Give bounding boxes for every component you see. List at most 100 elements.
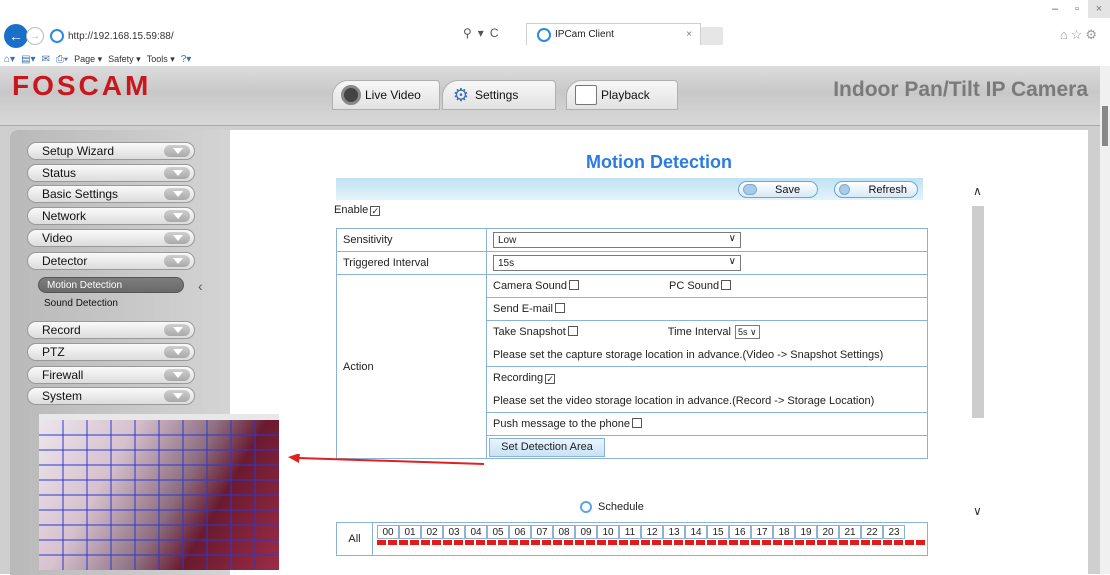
mail-icon[interactable]: ✉ xyxy=(42,54,50,65)
address-bar[interactable]: http://192.168.15.59:88/ xyxy=(46,26,431,46)
sidebar-item-label: PTZ xyxy=(42,345,65,359)
help-icon[interactable]: ?▾ xyxy=(181,54,192,65)
hour-cell[interactable]: 19 xyxy=(795,525,817,539)
schedule-all-button[interactable]: All xyxy=(337,523,373,555)
hour-cell[interactable]: 15 xyxy=(707,525,729,539)
time-interval-value: 5s xyxy=(737,327,748,338)
hour-cell[interactable]: 00 xyxy=(377,525,399,539)
set-detection-area-button[interactable]: Set Detection Area xyxy=(489,437,605,457)
new-tab-button[interactable] xyxy=(701,27,723,45)
pointer-arrow xyxy=(288,454,484,465)
refresh-button[interactable]: Refresh xyxy=(834,181,918,198)
page-scrollbar[interactable] xyxy=(1100,66,1110,574)
sidebar-item-system[interactable]: System xyxy=(27,387,195,405)
hour-cell[interactable]: 06 xyxy=(509,525,531,539)
content-scrollbar[interactable]: ∧ ∨ xyxy=(970,184,988,556)
detection-grid[interactable] xyxy=(39,420,279,570)
page-menu[interactable]: Page ▾ xyxy=(74,54,102,65)
chevron-down-icon xyxy=(164,346,190,358)
chevron-down-icon: ∨ xyxy=(728,233,736,244)
push-message-checkbox[interactable] xyxy=(631,418,642,428)
sidebar-item-setup-wizard[interactable]: Setup Wizard xyxy=(27,142,195,160)
sensitivity-select[interactable]: Low ∨ xyxy=(493,232,741,248)
hour-cell[interactable]: 20 xyxy=(817,525,839,539)
sidebar-item-label: Network xyxy=(42,209,87,223)
tab-close-icon[interactable]: × xyxy=(686,29,692,40)
hour-cell[interactable]: 07 xyxy=(531,525,553,539)
recording-checkbox[interactable]: ✓ xyxy=(545,374,556,385)
search-icon[interactable]: ⚲ xyxy=(463,26,472,40)
favorites-icons[interactable]: ⌂☆⚙ xyxy=(1060,27,1100,43)
sidebar-item-basic-settings[interactable]: Basic Settings xyxy=(27,185,195,203)
hour-cell[interactable]: 09 xyxy=(575,525,597,539)
sidebar-item-detector[interactable]: Detector xyxy=(27,252,195,270)
detection-area-preview[interactable] xyxy=(39,414,279,570)
command-bar: ⌂▾ ▤▾ ✉ ⎙▾ Page ▾ Safety ▾ Tools ▾ ?▾ xyxy=(0,52,1110,66)
safety-menu[interactable]: Safety ▾ xyxy=(108,54,141,65)
feeds-icon[interactable]: ▤▾ xyxy=(21,54,35,65)
tools-menu[interactable]: Tools ▾ xyxy=(147,54,175,65)
foscam-logo: FOSCAM xyxy=(12,70,152,101)
hour-cell[interactable]: 03 xyxy=(443,525,465,539)
sidebar-item-network[interactable]: Network xyxy=(27,207,195,225)
pc-sound-checkbox[interactable] xyxy=(721,280,732,290)
tab-settings[interactable]: ⚙ Settings xyxy=(442,80,556,110)
camera-sound-checkbox[interactable] xyxy=(569,280,579,290)
hour-cell[interactable]: 02 xyxy=(421,525,443,539)
chevron-down-icon xyxy=(164,145,190,157)
sidebar-item-label: Basic Settings xyxy=(42,187,119,201)
save-button[interactable]: Save xyxy=(738,181,818,198)
scrollbar-thumb[interactable] xyxy=(972,206,984,418)
back-button[interactable]: ← xyxy=(4,24,28,48)
hour-cell[interactable]: 11 xyxy=(619,525,641,539)
forward-button[interactable]: → xyxy=(26,27,44,45)
hour-cell[interactable]: 12 xyxy=(641,525,663,539)
hour-cell[interactable]: 23 xyxy=(883,525,905,539)
schedule-active-row[interactable] xyxy=(377,540,927,545)
sidebar-item-label: Setup Wizard xyxy=(42,144,115,158)
sidebar-item-status[interactable]: Status xyxy=(27,164,195,182)
sidebar-item-ptz[interactable]: PTZ xyxy=(27,343,195,361)
sidebar-subitem-sound-detection[interactable]: Sound Detection xyxy=(44,298,118,309)
hour-cell[interactable]: 14 xyxy=(685,525,707,539)
tab-live-video[interactable]: Live Video xyxy=(332,80,440,110)
sidebar-subitem-motion-detection[interactable]: Motion Detection xyxy=(38,277,184,293)
hour-cell[interactable]: 18 xyxy=(773,525,795,539)
hour-cell[interactable]: 21 xyxy=(839,525,861,539)
hour-cell[interactable]: 04 xyxy=(465,525,487,539)
hour-cell[interactable]: 08 xyxy=(553,525,575,539)
refresh-icon[interactable]: C xyxy=(490,26,499,40)
send-email-label: Send E-mail xyxy=(493,303,553,315)
schedule-grid: All 00 01 02 03 04 05 06 07 08 09 10 11 12 13 14 15 16 17… xyxy=(336,522,928,556)
hour-cell[interactable]: 05 xyxy=(487,525,509,539)
restore-button[interactable]: ▫ xyxy=(1066,0,1088,18)
browser-tab[interactable]: IPCam Client × xyxy=(526,23,701,45)
settings-table: Sensitivity Low ∨ Triggered Interval 15s ∨… xyxy=(336,228,928,459)
scroll-down-icon[interactable]: ∨ xyxy=(973,504,982,518)
hour-cell[interactable]: 17 xyxy=(751,525,773,539)
hour-cell[interactable]: 22 xyxy=(861,525,883,539)
print-icon[interactable]: ⎙▾ xyxy=(56,54,68,65)
sidebar-item-video[interactable]: Video xyxy=(27,229,195,247)
scroll-up-icon[interactable]: ∧ xyxy=(973,184,982,198)
sidebar-item-record[interactable]: Record xyxy=(27,321,195,339)
enable-checkbox[interactable]: ✓ xyxy=(370,206,381,216)
home-icon[interactable]: ⌂▾ xyxy=(4,54,15,65)
close-window-button[interactable]: × xyxy=(1088,0,1110,18)
hour-cell[interactable]: 16 xyxy=(729,525,751,539)
minimize-button[interactable]: – xyxy=(1044,0,1066,18)
url-text[interactable]: http://192.168.15.59:88/ xyxy=(68,31,174,42)
take-snapshot-label: Take Snapshot xyxy=(493,326,566,339)
hour-cell[interactable]: 01 xyxy=(399,525,421,539)
hour-cell[interactable]: 10 xyxy=(597,525,619,539)
sidebar-item-firewall[interactable]: Firewall xyxy=(27,366,195,384)
tab-playback[interactable]: Playback xyxy=(566,80,678,110)
dropdown-icon[interactable]: ▾ xyxy=(478,26,484,40)
time-interval-select[interactable]: 5s ∨ xyxy=(734,325,760,340)
page-scrollbar-thumb[interactable] xyxy=(1102,106,1108,146)
take-snapshot-checkbox[interactable] xyxy=(567,326,578,337)
send-email-checkbox[interactable] xyxy=(554,303,565,313)
hour-cell[interactable]: 13 xyxy=(663,525,685,539)
triggered-interval-select[interactable]: 15s ∨ xyxy=(493,255,741,271)
chevron-down-icon xyxy=(164,188,190,200)
